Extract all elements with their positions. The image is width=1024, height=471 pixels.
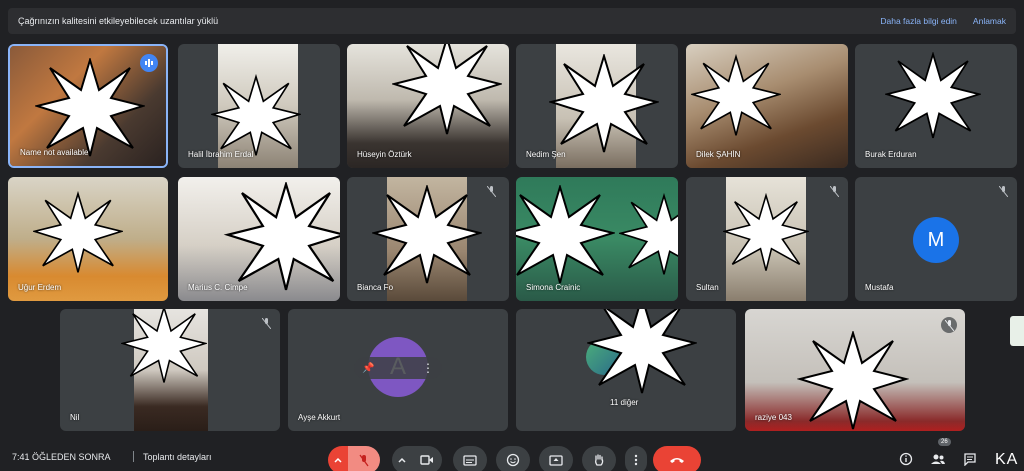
participant-tile[interactable]: Dilek ŞAHİN [686,44,848,168]
participant-tile[interactable]: 11 diğer [516,309,736,431]
participant-tile[interactable]: Uğur Erdem [8,177,168,301]
participant-tile[interactable]: Nil [60,309,280,431]
redaction-star-icon [392,44,502,135]
participant-tile[interactable]: Sultan [686,177,848,301]
participant-name: raziye 043 [755,413,792,422]
info-icon [899,452,913,466]
redaction-star-icon [619,193,678,275]
participant-name: Name not available [20,148,89,157]
meeting-time: 7:41 ÖĞLEDEN SONRA [12,452,111,462]
extensions-notice-bar: Çağrınızın kalitesini etkileyebilecek uz… [8,8,1016,34]
emoji-icon [506,453,520,467]
redaction-star-icon [587,309,697,394]
participant-tile[interactable]: raziye 043 [745,309,965,431]
more-options-icon[interactable]: ⋮ [422,361,434,375]
captions-icon [463,454,477,466]
redaction-star-icon [885,52,981,139]
participant-name: Uğur Erdem [18,283,62,292]
mic-off-icon [828,185,840,197]
participant-name: Hüseyin Öztürk [357,150,412,159]
participant-name: Halil İbrahim Erdal [188,150,254,159]
divider [133,451,134,462]
mic-off-icon [997,185,1009,197]
redaction-star-icon [223,182,340,291]
mic-options-button[interactable] [328,446,348,471]
chat-button[interactable] [962,451,978,467]
redaction-star-icon [33,191,123,273]
redaction-star-icon [723,193,809,271]
participant-name: Mustafa [865,283,894,292]
avatar-initial: M [927,228,945,251]
camera-options-button[interactable] [392,446,412,471]
phone-hangup-icon [670,458,684,463]
redaction-star-icon [372,185,482,284]
participant-name: Sultan [696,283,719,292]
participant-name: Burak Erduran [865,150,917,159]
participant-name: Bianca Fo [357,283,394,292]
avatar: M [913,217,959,263]
chevron-up-icon [398,457,406,463]
camera-toggle-button[interactable] [412,446,442,471]
participant-name: Ayşe Akkurt [298,413,341,422]
hand-icon [595,454,604,466]
reactions-button[interactable] [496,446,530,471]
pin-icon[interactable]: 📌 [362,363,374,374]
chat-icon [964,453,976,466]
participant-name: Dilek ŞAHİN [696,150,741,159]
participant-tile[interactable]: Nedim Şen [516,44,678,168]
participant-tile[interactable]: Hüseyin Öztürk [347,44,509,168]
participants-button[interactable] [930,451,946,467]
dismiss-link[interactable]: Anlamak [973,16,1006,26]
redaction-star-icon [691,54,781,136]
participant-tile[interactable]: Burak Erduran [855,44,1017,168]
participant-name: Simona Crainic [526,283,581,292]
redaction-star-icon [121,309,207,383]
mic-off-icon [260,317,272,329]
present-screen-button[interactable] [539,446,573,471]
side-extension-widget[interactable] [1010,316,1024,346]
participant-name: Marius C. Cimpe [188,283,248,292]
participant-tile[interactable]: A 📌 ⋮ Ayşe Akkurt [288,309,508,431]
participant-tile[interactable]: Simona Crainic [516,177,678,301]
watermark: KA [995,451,1019,468]
participant-name: 11 diğer [610,398,639,407]
participant-tile[interactable]: Name not available [8,44,168,168]
present-icon [549,454,563,466]
participant-tile[interactable]: Bianca Fo [347,177,509,301]
redaction-star-icon [35,58,145,157]
captions-button[interactable] [453,446,487,471]
redaction-star-icon [797,331,909,430]
participant-name: Nil [70,413,80,422]
meeting-controls-bar: 7:41 ÖĞLEDEN SONRA Toplantı detayları 26 [0,436,1024,471]
learn-more-link[interactable]: Daha fazla bilgi edin [880,16,957,26]
leave-call-button[interactable] [653,446,701,471]
mic-off-icon [485,185,497,197]
participant-tile[interactable]: Marius C. Cimpe [178,177,340,301]
redaction-star-icon [211,74,301,156]
participant-tile[interactable]: M Mustafa [855,177,1017,301]
people-icon [931,454,945,464]
participant-name: Nedim Şen [526,150,566,159]
redaction-star-icon [549,54,659,153]
tile-hover-controls: 📌 ⋮ [354,357,442,379]
mic-toggle-button[interactable] [348,446,380,471]
redaction-star-icon [516,185,615,284]
more-vert-icon [634,454,638,466]
meeting-details-link[interactable]: Toplantı detayları [143,452,212,462]
mic-off-icon [359,454,369,466]
raise-hand-button[interactable] [582,446,616,471]
participant-tile[interactable]: Halil İbrahim Erdal [178,44,340,168]
video-camera-icon [420,455,433,465]
meeting-info-button[interactable] [898,451,914,467]
mic-off-icon [941,317,957,333]
more-options-button[interactable] [625,446,647,471]
notice-message: Çağrınızın kalitesini etkileyebilecek uz… [18,16,219,26]
chevron-up-icon [334,457,342,463]
participant-count-badge: 26 [938,438,951,446]
